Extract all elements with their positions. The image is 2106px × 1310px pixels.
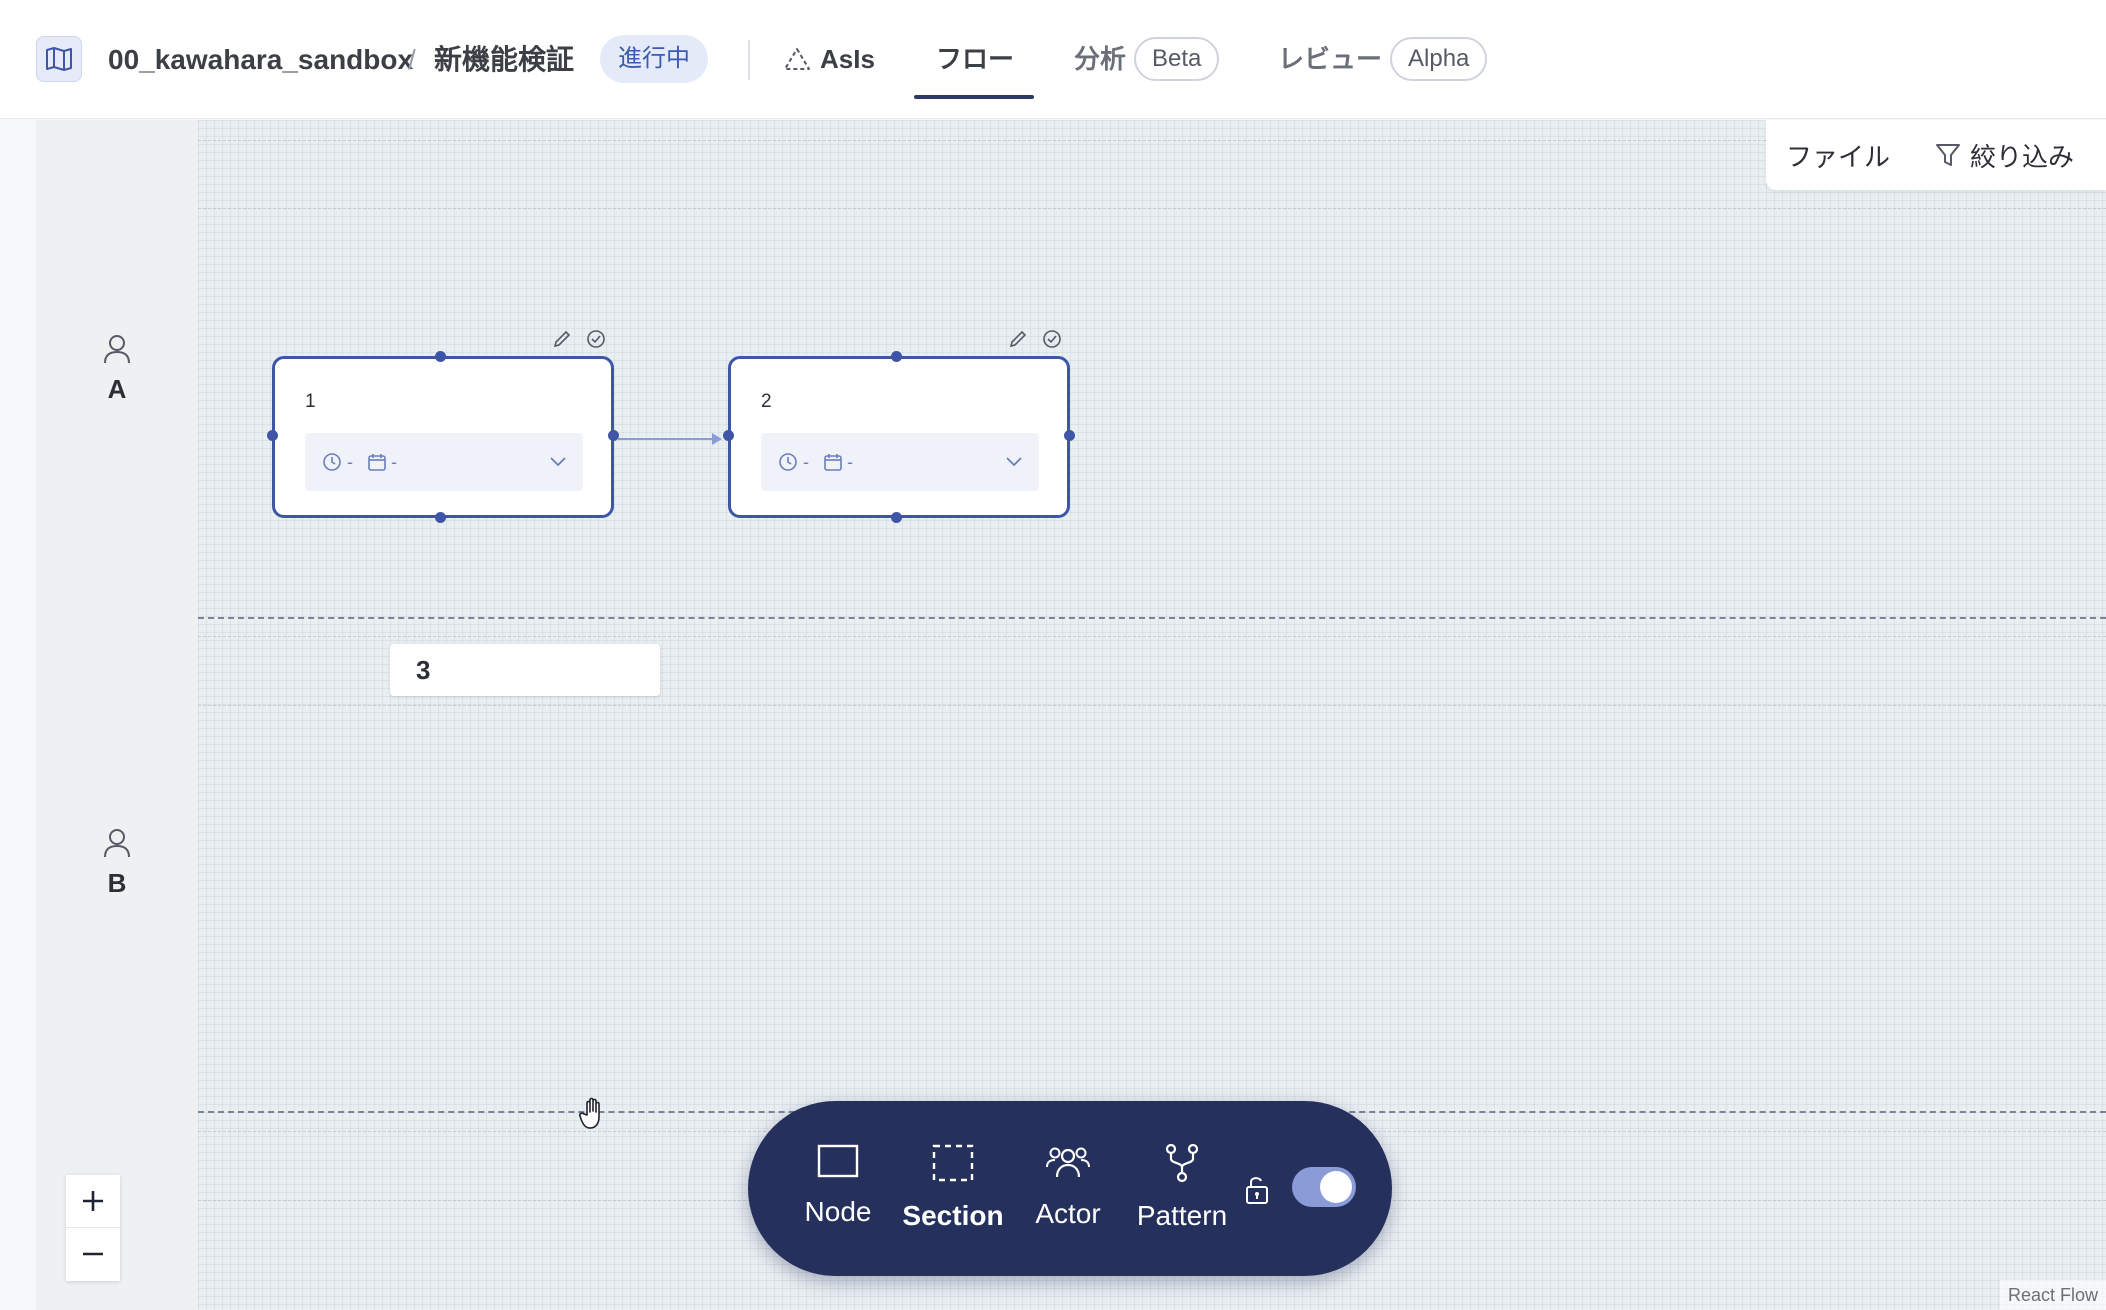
bottom-toolbar: Node Section Actor Pattern bbox=[748, 1101, 1392, 1276]
hand-cursor-icon bbox=[579, 1097, 600, 1129]
chevron-down-icon bbox=[550, 457, 566, 467]
tab-review[interactable]: レビュー Alpha bbox=[1278, 32, 1488, 86]
tab-flow-label: フロー bbox=[936, 44, 1015, 74]
filter-label: 絞り込み bbox=[1970, 141, 2075, 172]
zoom-out-button[interactable] bbox=[66, 1227, 120, 1280]
check-circle-icon[interactable] bbox=[586, 329, 606, 349]
book-icon bbox=[46, 47, 72, 71]
toggle-knob bbox=[1320, 1171, 1352, 1203]
lock-toggle[interactable] bbox=[1292, 1167, 1356, 1207]
filter-button[interactable]: 絞り込み bbox=[1934, 137, 2074, 174]
node-handle-top[interactable] bbox=[891, 351, 902, 362]
node-tools bbox=[1008, 329, 1062, 349]
pencil-icon[interactable] bbox=[1008, 329, 1028, 349]
node-handle-bottom[interactable] bbox=[435, 512, 446, 523]
tab-asis-label: AsIs bbox=[820, 44, 875, 74]
file-label: ファイル bbox=[1786, 141, 1891, 172]
node-tool-label: Node bbox=[804, 1196, 872, 1227]
zoom-in-button[interactable] bbox=[66, 1175, 120, 1227]
actor-name: A bbox=[107, 374, 127, 404]
node-tools bbox=[552, 329, 606, 349]
active-tab-indicator bbox=[914, 95, 1034, 99]
people-icon bbox=[1046, 1147, 1090, 1178]
pattern-tool-label: Pattern bbox=[1136, 1200, 1228, 1231]
node-handle-bottom[interactable] bbox=[891, 512, 902, 523]
flow-node[interactable]: 2 - - bbox=[723, 351, 1075, 523]
actor-a[interactable]: A bbox=[87, 333, 147, 405]
zoom-controls bbox=[66, 1175, 120, 1281]
node-label: 2 bbox=[761, 391, 772, 412]
clock-icon bbox=[323, 453, 341, 471]
header-divider bbox=[748, 40, 750, 80]
node-tool-button[interactable]: Node bbox=[778, 1143, 898, 1228]
triangle-icon bbox=[784, 48, 810, 70]
node-handle-left[interactable] bbox=[267, 430, 278, 441]
lane-divider bbox=[198, 617, 2106, 619]
tab-flow[interactable]: フロー bbox=[936, 32, 1014, 86]
lane-guide bbox=[198, 705, 2106, 706]
section-tool-button[interactable]: Section bbox=[893, 1143, 1013, 1232]
node-handle-right[interactable] bbox=[608, 430, 619, 441]
dashed-rectangle-icon bbox=[932, 1144, 974, 1182]
actor-tool-button[interactable]: Actor bbox=[1008, 1143, 1128, 1230]
breadcrumb-separator: / bbox=[408, 44, 416, 75]
calendar-icon bbox=[824, 454, 842, 471]
filter-icon bbox=[1936, 144, 1961, 166]
file-button[interactable]: ファイル bbox=[1786, 137, 1890, 174]
flow-edge[interactable] bbox=[616, 425, 726, 453]
actor-b[interactable]: B bbox=[87, 827, 147, 899]
react-flow-attribution[interactable]: React Flow bbox=[1999, 1280, 2106, 1310]
person-icon bbox=[104, 829, 130, 858]
person-icon bbox=[104, 335, 130, 364]
page-title: 新機能検証 bbox=[434, 44, 575, 75]
node-handle-top[interactable] bbox=[435, 351, 446, 362]
unlock-icon[interactable] bbox=[1244, 1175, 1270, 1205]
actor-column bbox=[36, 120, 198, 1310]
node-label: 1 bbox=[305, 391, 316, 412]
node-schedule-select[interactable]: - - bbox=[305, 433, 583, 491]
lane-guide bbox=[198, 208, 2106, 209]
arrowhead bbox=[712, 433, 722, 445]
project-breadcrumb[interactable]: 00_kawahara_sandbox bbox=[108, 40, 413, 80]
check-circle-icon[interactable] bbox=[1042, 329, 1062, 349]
beta-badge: Beta bbox=[1134, 37, 1220, 81]
top-header: 00_kawahara_sandbox / 新機能検証 進行中 AsIs フロー… bbox=[0, 0, 2106, 119]
chevron-down-icon bbox=[1006, 457, 1022, 467]
section-tool-label: Section bbox=[902, 1200, 1004, 1231]
node-date: - bbox=[391, 451, 397, 472]
node-handle-right[interactable] bbox=[1064, 430, 1075, 441]
tab-review-label: レビュー bbox=[1278, 44, 1383, 74]
pencil-icon[interactable] bbox=[552, 329, 572, 349]
actor-name: B bbox=[107, 868, 127, 898]
plus-icon bbox=[83, 1191, 103, 1211]
calendar-icon bbox=[368, 454, 386, 471]
minus-icon bbox=[83, 1252, 103, 1256]
clock-icon bbox=[779, 453, 797, 471]
branch-icon bbox=[1165, 1143, 1199, 1183]
section-label[interactable]: 3 bbox=[390, 644, 660, 696]
node-schedule-select[interactable]: - - bbox=[761, 433, 1039, 491]
book-icon-button[interactable] bbox=[36, 36, 82, 82]
node-time: - bbox=[803, 451, 809, 472]
node-time: - bbox=[347, 451, 353, 472]
status-badge[interactable]: 進行中 bbox=[600, 35, 708, 83]
tab-analysis-label: 分析 bbox=[1074, 44, 1127, 74]
lane-guide bbox=[198, 636, 2106, 637]
alpha-badge: Alpha bbox=[1390, 37, 1488, 81]
canvas-toolbar: ファイル 絞り込み bbox=[1766, 120, 2106, 190]
node-handle-left[interactable] bbox=[723, 430, 734, 441]
node-date: - bbox=[847, 451, 853, 472]
tab-asis[interactable]: AsIs bbox=[782, 32, 875, 86]
actor-tool-label: Actor bbox=[1035, 1198, 1101, 1229]
flow-node[interactable]: 1 - - bbox=[267, 351, 619, 523]
pattern-tool-button[interactable]: Pattern bbox=[1122, 1143, 1242, 1232]
rectangle-icon bbox=[817, 1144, 859, 1178]
tab-analysis[interactable]: 分析 Beta bbox=[1074, 32, 1220, 86]
